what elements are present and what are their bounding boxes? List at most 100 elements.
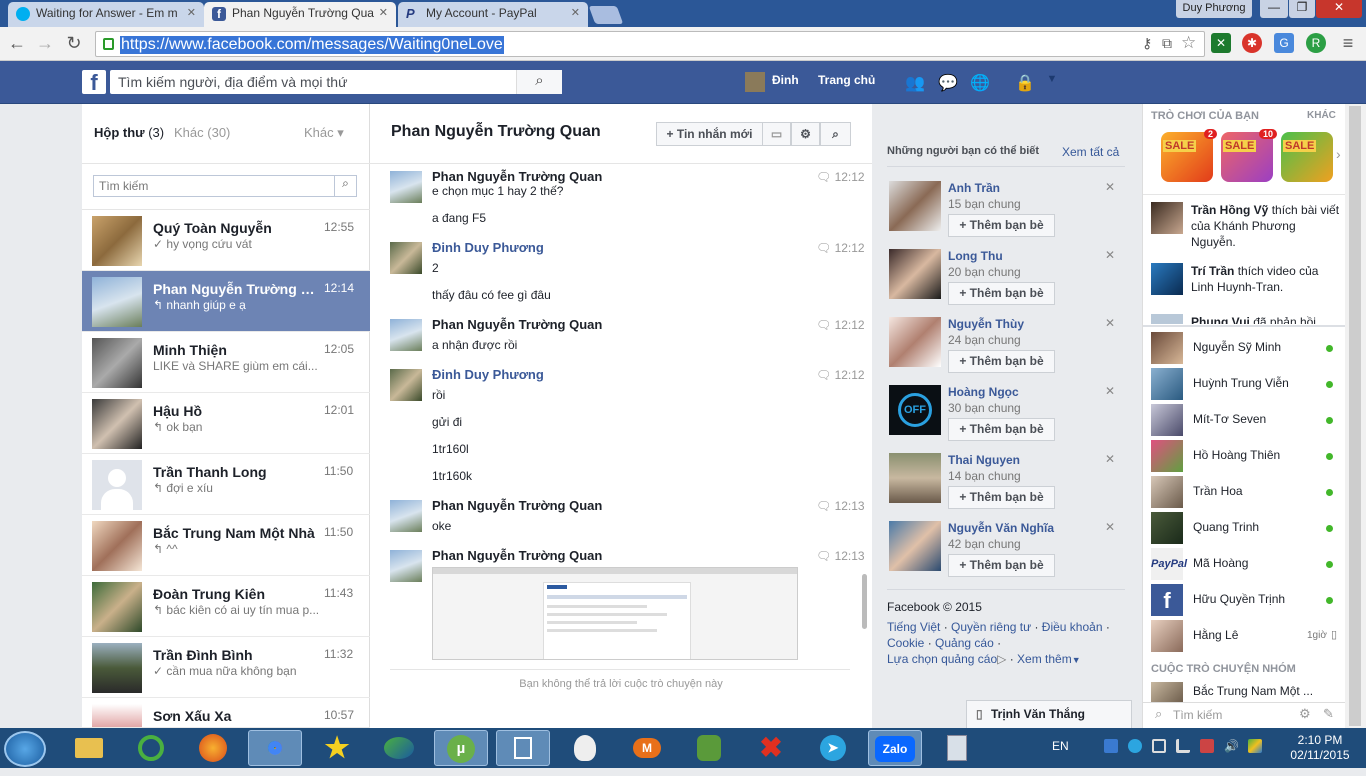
account-menu-icon[interactable]: ▼	[1042, 73, 1062, 91]
conversation-scrollbar[interactable]	[862, 574, 867, 629]
person-name[interactable]: Long Thu	[948, 249, 1003, 263]
thread-item[interactable]: Sơn Xấu Xa 10:57	[82, 698, 370, 728]
language-link[interactable]: Tiếng Việt	[887, 620, 940, 634]
thread-item-selected[interactable]: Phan Nguyễn Trường Quan 12:14 ↰ nhanh gi…	[82, 271, 370, 332]
person-name[interactable]: Nguyễn Văn Nghĩa	[948, 521, 1054, 535]
bookmark-star-icon[interactable]: ☆	[1181, 33, 1196, 53]
tray-icon[interactable]	[1152, 739, 1166, 753]
privacy-shortcuts-icon[interactable]: 🔒	[1015, 73, 1035, 92]
close-icon[interactable]: ✕	[571, 6, 580, 19]
close-icon[interactable]: ✕	[379, 6, 388, 19]
add-friend-button[interactable]: + Thêm bạn bè	[948, 486, 1055, 509]
star-icon[interactable]: ★	[310, 730, 364, 766]
forward-icon[interactable]: →	[33, 32, 57, 56]
page-scrollbar-thumb[interactable]	[1349, 106, 1361, 726]
see-all-link[interactable]: Xem tất cả	[1062, 145, 1119, 159]
zalo-icon[interactable]: Zalo	[868, 730, 922, 766]
mutual-friends[interactable]: 24 bạn chung	[948, 333, 1021, 347]
chat-friend[interactable]: Nguyễn Sỹ Minh	[1151, 332, 1341, 364]
mutual-friends[interactable]: 14 bạn chung	[948, 469, 1021, 483]
message-author[interactable]: Phan Nguyễn Trường Quan	[432, 169, 602, 184]
game-tile[interactable]: SALE 2	[1161, 129, 1217, 182]
avatar[interactable]: OFF	[889, 385, 941, 435]
search-icon[interactable]: ⌕	[334, 176, 356, 196]
system-clock[interactable]: 2:10 PM 02/11/2015	[1285, 733, 1355, 763]
chat-friend[interactable]: Trần Hoa	[1151, 476, 1341, 508]
compose-icon[interactable]: ✎	[1323, 706, 1334, 722]
ticker-item[interactable]: Phung Vui đã phản hồi	[1151, 314, 1341, 324]
chat-friend[interactable]: Quang Trinh	[1151, 512, 1341, 544]
games-more-link[interactable]: KHÁC	[1307, 110, 1336, 121]
mutual-friends[interactable]: 15 bạn chung	[948, 197, 1021, 211]
thread-item[interactable]: Bắc Trung Nam Một Nhà 11:50 ↰ ^^	[82, 515, 370, 576]
cookie-link[interactable]: Cookie	[887, 636, 924, 650]
inbox-search-input[interactable]: Tìm kiếm ⌕	[93, 175, 357, 197]
thread-item[interactable]: Trần Đình Bình 11:32 ✓ cần mua nữa không…	[82, 637, 370, 698]
profile-link[interactable]: Đinh	[772, 73, 799, 87]
person-name[interactable]: Nguyễn Thùy	[948, 317, 1024, 331]
avatar[interactable]	[889, 317, 941, 367]
close-icon[interactable]: ✕	[1105, 520, 1115, 534]
add-friend-button[interactable]: + Thêm bạn bè	[948, 554, 1055, 577]
facebook-search-input[interactable]: Tìm kiếm người, địa điểm và mọi thứ ⌕	[110, 70, 562, 94]
tab-facebook[interactable]: f Phan Nguyễn Trường Qua ✕	[204, 2, 396, 27]
video-call-icon[interactable]: ▭	[762, 122, 791, 146]
other-tab[interactable]: Khác (30)	[174, 125, 230, 140]
close-icon[interactable]: ✕	[1105, 316, 1115, 330]
more-link[interactable]: Xem thêm	[1017, 652, 1072, 666]
teamviewer-icon[interactable]: ✖	[744, 730, 798, 766]
mutual-friends[interactable]: 42 bạn chung	[948, 537, 1021, 551]
extension-green-icon[interactable]: R	[1306, 33, 1326, 53]
chat-friend[interactable]: Hồ Hoàng Thiên	[1151, 440, 1341, 472]
new-message-button[interactable]: + Tin nhắn mới	[656, 122, 763, 146]
unikey-icon[interactable]	[124, 730, 178, 766]
google-drive-icon[interactable]	[1248, 739, 1262, 753]
chrome-icon[interactable]	[248, 730, 302, 766]
add-friend-button[interactable]: + Thêm bạn bè	[948, 282, 1055, 305]
profile-button[interactable]: Duy Phương	[1176, 0, 1252, 18]
google-translate-icon[interactable]: G	[1274, 33, 1294, 53]
mutual-friends[interactable]: 20 bạn chung	[948, 265, 1021, 279]
sidebar-search[interactable]: ⌕ Tìm kiếm ⚙ ✎	[1143, 702, 1346, 728]
menu-icon[interactable]: ≡	[1336, 32, 1360, 56]
chevron-right-icon[interactable]: ›	[1336, 146, 1341, 162]
thread-item[interactable]: Minh Thiện 12:05 LIKE và SHARE giùm em c…	[82, 332, 370, 393]
volume-icon[interactable]: 🔊	[1224, 739, 1239, 753]
more-dropdown[interactable]: Khác ▾	[304, 125, 344, 141]
firefox-icon[interactable]	[186, 730, 240, 766]
chat-friend[interactable]: PayPal Mã Hoàng	[1151, 548, 1341, 580]
friend-requests-icon[interactable]: 👥	[905, 73, 925, 92]
window-close-icon[interactable]: ✕	[1316, 0, 1362, 18]
utorrent-icon[interactable]: µ	[434, 730, 488, 766]
evernote-icon[interactable]	[682, 730, 736, 766]
ads-link[interactable]: Quảng cáo	[935, 636, 994, 650]
chat-friend[interactable]: Huỳnh Trung Viễn	[1151, 368, 1341, 400]
message-author[interactable]: Phan Nguyễn Trường Quan	[432, 548, 602, 563]
telegram-icon[interactable]: ➤	[806, 730, 860, 766]
terms-link[interactable]: Điều khoản	[1042, 620, 1103, 634]
thread-item[interactable]: Hậu Hồ 12:01 ↰ ok bạn	[82, 393, 370, 454]
close-icon[interactable]: ✕	[1105, 452, 1115, 466]
new-tab-button[interactable]	[588, 6, 624, 24]
extension-login-icon[interactable]: ✕	[1211, 33, 1231, 53]
thread-item[interactable]: Đoàn Trung Kiên 11:43 ↰ bác kiên có ai u…	[82, 576, 370, 637]
avatar[interactable]	[889, 249, 941, 299]
network-icon[interactable]	[372, 730, 426, 766]
telegram-tray-icon[interactable]	[1128, 739, 1142, 753]
tab-paypal[interactable]: P My Account - PayPal ✕	[398, 2, 588, 27]
close-icon[interactable]: ✕	[1105, 248, 1115, 262]
tray-icon[interactable]	[1104, 739, 1118, 753]
message-author[interactable]: Phan Nguyễn Trường Quan	[432, 317, 602, 332]
home-link[interactable]: Trang chủ	[818, 73, 875, 87]
alien-icon[interactable]	[558, 730, 612, 766]
close-icon[interactable]: ✕	[187, 6, 196, 19]
inbox-tab[interactable]: Hộp thư (3)	[94, 125, 164, 140]
address-bar[interactable]: https://www.facebook.com/messages/Waitin…	[95, 31, 1205, 57]
chat-friend[interactable]: Hằng Lê 1giờ ▯	[1151, 620, 1341, 652]
avatar[interactable]	[745, 72, 765, 92]
mega-icon[interactable]: M	[620, 730, 674, 766]
ad-choices-link[interactable]: Lựa chọn quảng cáo	[887, 652, 997, 666]
network-tray-icon[interactable]	[1176, 739, 1190, 753]
gear-icon[interactable]: ⚙	[791, 122, 820, 146]
language-indicator[interactable]: EN	[1052, 739, 1069, 753]
